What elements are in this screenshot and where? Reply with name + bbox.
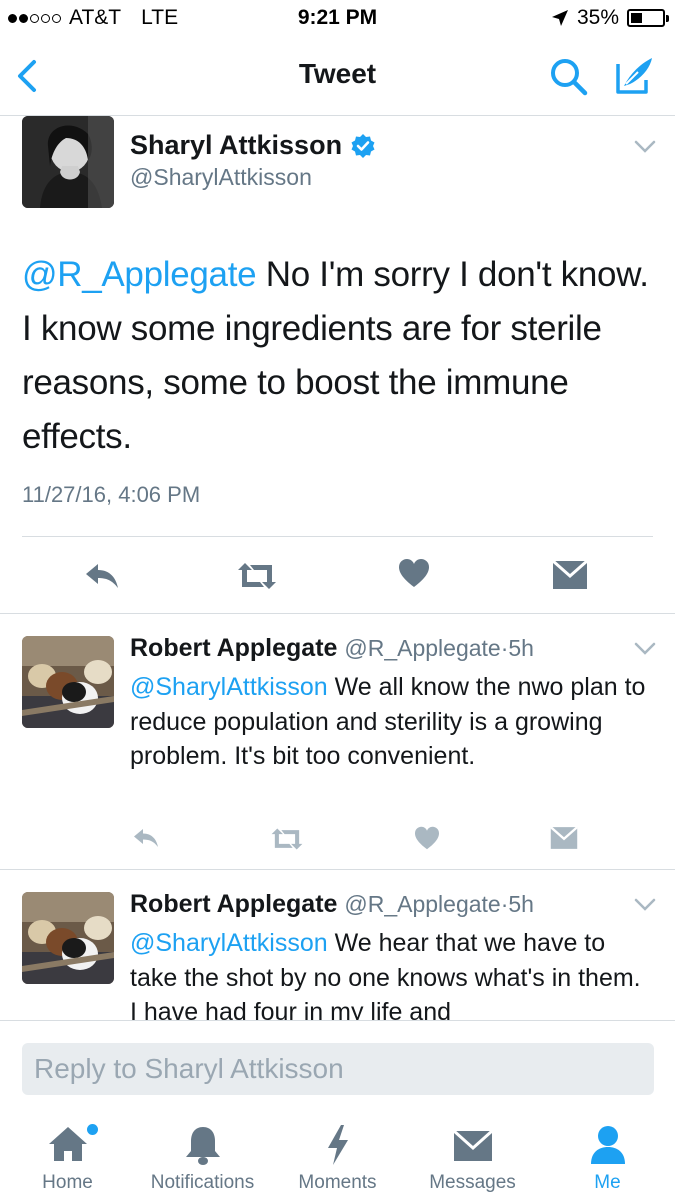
tab-home[interactable]: Home [0, 1110, 135, 1200]
envelope-icon [452, 1129, 493, 1161]
lightning-icon [327, 1125, 348, 1165]
reply-input[interactable] [22, 1043, 654, 1095]
reply-author-handle: @R_Applegate [344, 635, 501, 661]
tab-label: Home [42, 1172, 93, 1193]
compose-button[interactable] [612, 54, 656, 98]
reply-header: Robert Applegate @R_Applegate·5h [130, 890, 534, 919]
reply-age: 5h [508, 635, 534, 661]
search-icon [551, 59, 588, 96]
tab-messages[interactable]: Messages [405, 1110, 540, 1200]
avatar[interactable] [22, 116, 114, 208]
tab-me[interactable]: Me [540, 1110, 675, 1200]
reply-icon[interactable] [84, 560, 120, 592]
status-right: 35% [551, 6, 669, 30]
bell-icon [185, 1127, 220, 1165]
tweet-mention-link[interactable]: @R_Applegate [22, 255, 257, 294]
avatar[interactable] [22, 636, 114, 728]
avatar[interactable] [22, 892, 114, 984]
nav-bar: Tweet [0, 36, 675, 116]
reply-text: @SharylAttkisson We hear that we have to… [130, 926, 650, 1020]
reply-author-handle: @R_Applegate [344, 891, 501, 917]
verified-badge-icon [351, 133, 375, 158]
reply-author-name[interactable]: Robert Applegate [130, 890, 337, 918]
reply-tweet[interactable]: Robert Applegate @R_Applegate·5h @Sharyl… [0, 614, 675, 870]
battery-percent: 35% [576, 6, 619, 29]
retweet-icon[interactable] [270, 826, 304, 852]
author-photo [22, 116, 114, 208]
reply-author-photo [22, 636, 114, 728]
tweet-timestamp: 11/27/16, 4:06 PM [22, 482, 201, 507]
tab-bar: Home Notifications Moments Messages Me [0, 1110, 675, 1200]
chevron-down-icon[interactable] [634, 642, 656, 656]
reply-author-photo [22, 892, 114, 984]
direct-message-icon[interactable] [552, 560, 588, 590]
direct-message-icon[interactable] [550, 826, 578, 850]
tab-label: Notifications [150, 1172, 255, 1193]
tab-label: Me [594, 1172, 621, 1193]
tweet-text: @R_Applegate No I'm sorry I don't know. … [22, 248, 652, 464]
tab-notifications[interactable]: Notifications [135, 1110, 270, 1200]
tab-label: Moments [298, 1172, 377, 1193]
heart-icon[interactable] [414, 826, 440, 850]
compose-icon [616, 58, 652, 94]
author-name[interactable]: Sharyl Attkisson [130, 130, 342, 161]
main-tweet: Sharyl Attkisson @SharylAttkisson @R_App… [0, 116, 675, 614]
author-handle: @SharylAttkisson [130, 164, 312, 190]
retweet-icon[interactable] [236, 560, 278, 592]
reply-text: @SharylAttkisson We all know the nwo pla… [130, 670, 650, 774]
location-arrow-icon [551, 10, 568, 26]
reply-age: 5h [508, 891, 534, 917]
author-name-row: Sharyl Attkisson [130, 130, 376, 161]
tweet-actions [0, 554, 675, 598]
tab-label: Messages [429, 1172, 516, 1193]
heart-icon[interactable] [398, 558, 430, 588]
divider [22, 536, 653, 537]
reply-tweet[interactable]: Robert Applegate @R_Applegate·5h @Sharyl… [0, 870, 675, 1020]
reply-composer [0, 1020, 675, 1110]
battery-icon [627, 9, 669, 27]
tab-moments[interactable]: Moments [270, 1110, 405, 1200]
notification-badge [87, 1124, 98, 1135]
chevron-down-icon[interactable] [634, 140, 656, 154]
reply-mention-link[interactable]: @SharylAttkisson [130, 929, 328, 957]
battery-fill [631, 13, 642, 23]
reply-mention-link[interactable]: @SharylAttkisson [130, 673, 328, 701]
home-icon [48, 1127, 87, 1161]
chevron-down-icon[interactable] [634, 898, 656, 912]
person-icon [590, 1126, 625, 1164]
search-button[interactable] [548, 56, 588, 96]
reply-author-name[interactable]: Robert Applegate [130, 634, 337, 662]
reply-icon[interactable] [132, 826, 160, 850]
reply-header: Robert Applegate @R_Applegate·5h [130, 634, 534, 663]
status-bar: AT&T LTE 9:21 PM 35% [0, 0, 675, 36]
